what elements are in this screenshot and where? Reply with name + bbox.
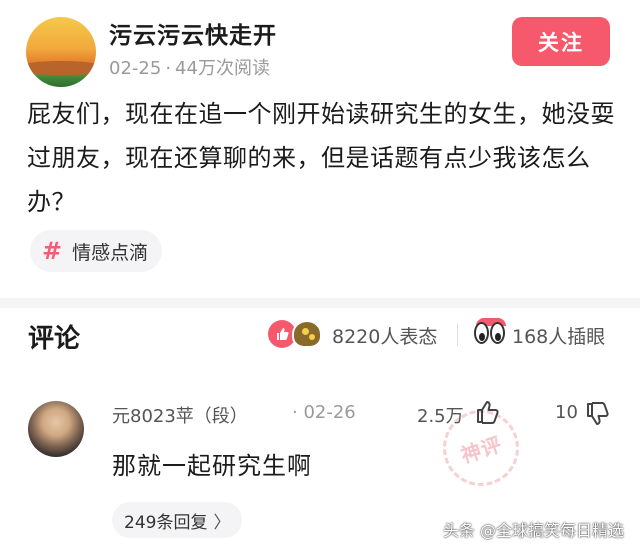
chevron-right-icon: 〉 [213,512,231,533]
replies-count: 249条回复 [124,512,208,533]
topic-tag-label: 情感点滴 [72,241,149,264]
author-name[interactable]: 污云污云快走开 [109,16,277,50]
comment-date-text: 02-26 [303,402,356,423]
follow-button[interactable]: 关注 [512,17,610,66]
comment-date: · 02-26 [292,402,356,423]
comment-text: 那就一起研究生啊 [112,452,312,480]
comments-title: 评论 [28,324,81,354]
post-date: 02-25 [109,58,162,79]
author-avatar[interactable] [26,17,96,87]
section-divider [0,298,640,308]
dislike-count: 10 [555,402,578,423]
like-count: 2.5万 [417,406,464,427]
comments-header: 评论 8220人表态 168人插眼 [0,308,640,368]
post-card: 污云污云快走开 02-25 · 44万次阅读 关注 屁友们，现在在追一个刚开始读研究… [0,0,640,298]
eyes-icon[interactable] [474,318,508,346]
thumb-up-icon[interactable] [474,398,502,426]
header-separator [457,324,458,346]
topic-tag[interactable]: # 情感点滴 [30,230,163,272]
hash-icon: # [42,237,63,265]
commenter-name[interactable]: 元8023苹（段） [112,402,248,428]
meta-separator: · [165,58,172,79]
post-meta: 02-25 · 44万次阅读 [109,54,270,80]
post-views: 44万次阅读 [175,58,270,79]
replies-button[interactable]: 249条回复〉 [112,502,243,538]
commenter-avatar[interactable] [28,401,84,457]
reaction-count[interactable]: 8220人表态 [332,322,437,349]
reaction-icons[interactable] [268,318,328,350]
watermark: 头条 @全球搞笑每日精选 [442,521,624,540]
stamp-text: 神评 [457,431,506,468]
post-body: 屁友们，现在在追一个刚开始读研究生的女生，她没耍过朋友，现在还算聊的来，但是话题… [27,100,615,216]
eyes-count[interactable]: 168人插眼 [512,322,605,349]
mushroom-reaction-icon [292,320,322,348]
thumb-down-icon[interactable] [584,400,612,428]
